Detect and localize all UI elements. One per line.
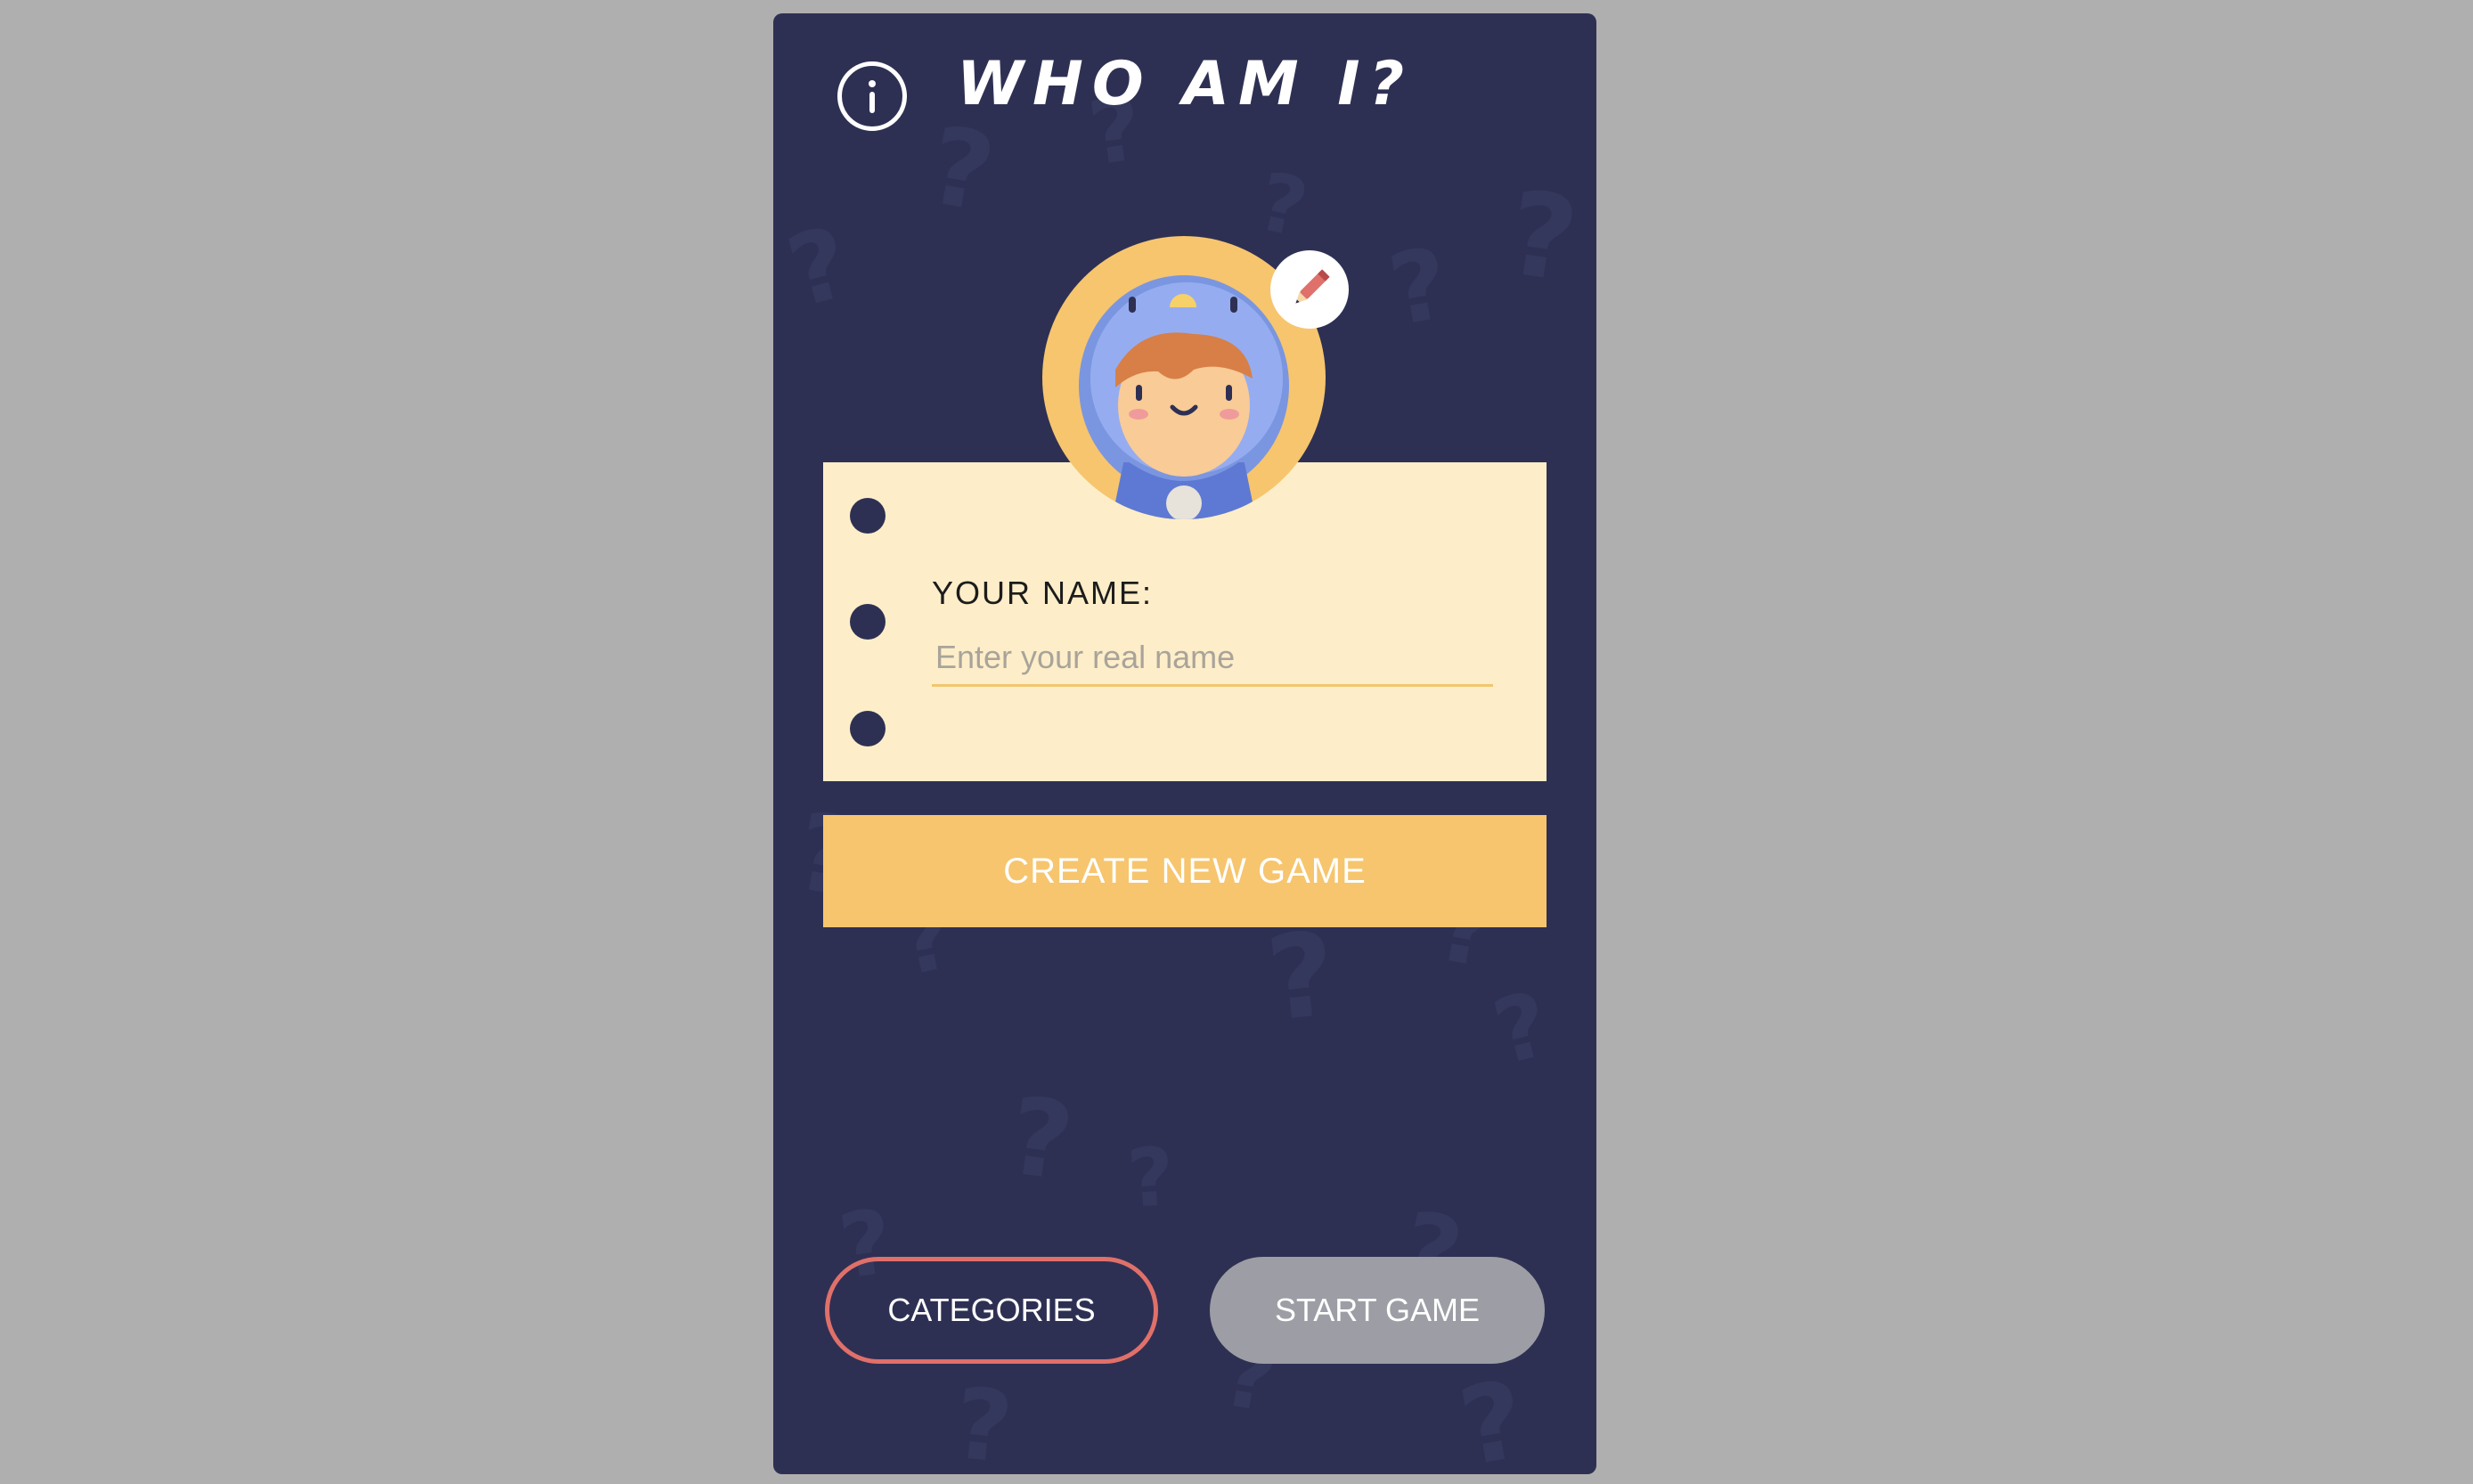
binder-hole — [850, 604, 886, 640]
svg-text:?: ? — [777, 205, 861, 330]
name-input[interactable] — [932, 630, 1493, 687]
svg-text:?: ? — [1451, 1358, 1534, 1474]
svg-text:?: ? — [1001, 1074, 1080, 1205]
start-game-button[interactable]: START GAME — [1210, 1257, 1545, 1364]
create-new-game-button[interactable]: CREATE NEW GAME — [823, 815, 1547, 927]
svg-text:?: ? — [1484, 972, 1560, 1086]
binder-hole — [850, 498, 886, 534]
edit-avatar-button[interactable] — [1270, 250, 1349, 329]
svg-text:?: ? — [1381, 225, 1457, 347]
binder-hole — [850, 711, 886, 746]
app-title: WHO AM I? — [956, 49, 1414, 119]
svg-text:?: ? — [1500, 165, 1586, 308]
categories-button[interactable]: CATEGORIES — [825, 1257, 1158, 1364]
svg-text:?: ? — [920, 104, 1003, 237]
svg-text:?: ? — [949, 1366, 1017, 1474]
name-label: YOUR NAME: — [932, 575, 1154, 611]
app-window: ? ? ? ? ? ? ? ? ? ? ? ? ? ? ? ? ? ? ? WH… — [773, 13, 1596, 1474]
pencil-icon — [1295, 269, 1330, 304]
svg-text:?: ? — [1124, 1130, 1177, 1227]
